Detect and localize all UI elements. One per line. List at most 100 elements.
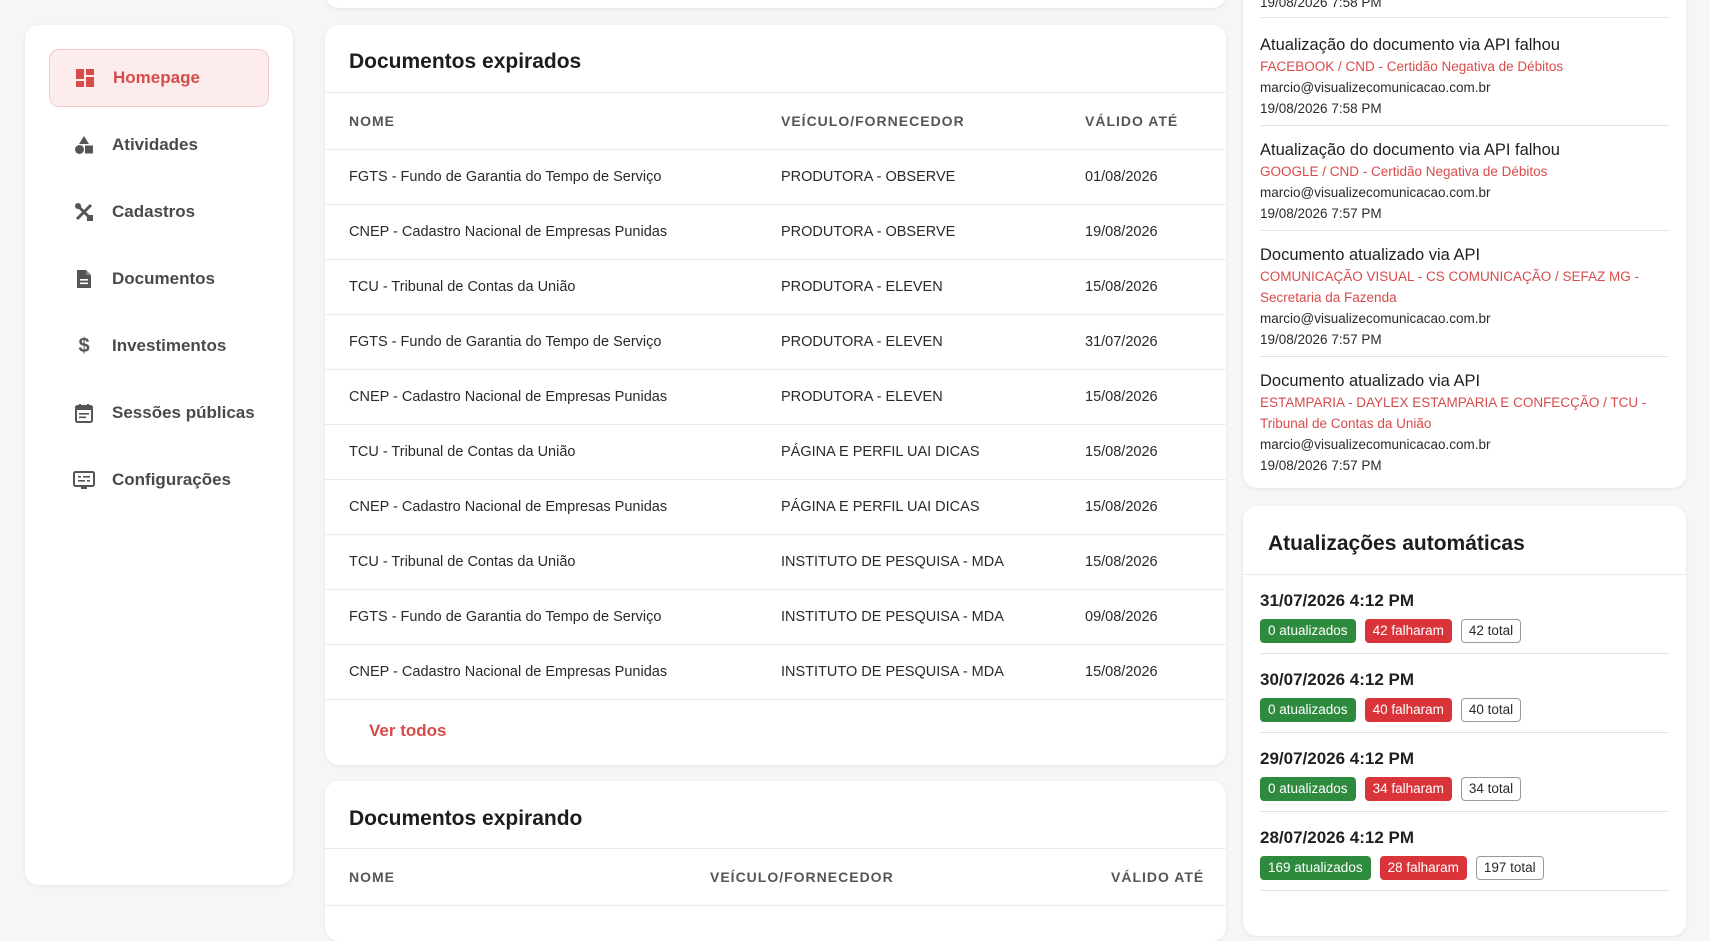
settings-screen-icon [73, 469, 95, 491]
cell-name: TCU - Tribunal de Contas da União [349, 554, 576, 570]
cell-valid: 19/08/2026 [1085, 224, 1158, 240]
list-item[interactable]: 31/07/2026 4:12 PM 0 atualizados 42 falh… [1260, 575, 1669, 654]
updated-badge: 0 atualizados [1260, 619, 1356, 643]
column-header-vendor: VEÍCULO/FORNECEDOR [781, 113, 965, 129]
sidebar-item-homepage[interactable]: Homepage [49, 49, 269, 107]
card-title: Documentos expirando [349, 807, 583, 830]
previous-card [325, 0, 1226, 8]
see-all-link[interactable]: Ver todos [369, 721, 446, 741]
table-row[interactable]: FGTS - Fundo de Garantia do Tempo de Ser… [325, 150, 1226, 205]
failed-badge: 28 falharam [1379, 856, 1467, 880]
column-header-vendor: VEÍCULO/FORNECEDOR [710, 869, 894, 885]
cell-valid: 15/08/2026 [1085, 499, 1158, 515]
log-subject: COMUNICAÇÃO VISUAL - CS COMUNICAÇÃO / SE… [1260, 269, 1640, 305]
list-item[interactable]: Documento atualizado via API ESTAMPARIA … [1260, 362, 1669, 482]
total-badge: 34 total [1460, 777, 1522, 801]
total-badge: 42 total [1460, 619, 1522, 643]
failed-badge: 34 falharam [1364, 777, 1452, 801]
table-row[interactable]: TCU - Tribunal de Contas da União PRODUT… [325, 260, 1226, 315]
cell-valid: 09/08/2026 [1085, 609, 1158, 625]
sidebar-item-cadastros[interactable]: Cadastros [49, 183, 269, 241]
table-row[interactable]: CNEP - Cadastro Nacional de Empresas Pun… [325, 480, 1226, 535]
cell-name: FGTS - Fundo de Garantia do Tempo de Ser… [349, 609, 662, 625]
activity-log-card: 19/08/2026 7:58 PM Atualização do docume… [1243, 0, 1686, 488]
cell-valid: 15/08/2026 [1085, 389, 1158, 405]
log-subject: FACEBOOK / CND - Certidão Negativa de Dé… [1260, 59, 1564, 74]
calendar-icon [73, 402, 95, 424]
update-date: 28/07/2026 4:12 PM [1260, 828, 1415, 847]
log-title: Atualização do documento via API falhou [1260, 36, 1560, 54]
cell-name: TCU - Tribunal de Contas da União [349, 279, 576, 295]
table-row[interactable]: FGTS - Fundo de Garantia do Tempo de Ser… [325, 315, 1226, 370]
sidebar-item-sessoes-publicas[interactable]: Sessões públicas [49, 384, 269, 442]
update-date: 31/07/2026 4:12 PM [1260, 591, 1415, 610]
cell-name: CNEP - Cadastro Nacional de Empresas Pun… [349, 664, 668, 680]
update-date: 30/07/2026 4:12 PM [1260, 670, 1415, 689]
log-email: marcio@visualizecomunicacao.com.br [1260, 311, 1491, 326]
log-date: 19/08/2026 7:57 PM [1260, 332, 1382, 347]
expiring-documents-card: Documentos expirando NOME VEÍCULO/FORNEC… [325, 781, 1226, 941]
updated-badge: 0 atualizados [1260, 777, 1356, 801]
cell-name: CNEP - Cadastro Nacional de Empresas Pun… [349, 389, 668, 405]
cell-name: CNEP - Cadastro Nacional de Empresas Pun… [349, 224, 668, 240]
sidebar-item-label: Configurações [112, 470, 232, 489]
cell-name: FGTS - Fundo de Garantia do Tempo de Ser… [349, 169, 662, 185]
card-title: Documentos expirados [349, 50, 582, 73]
cell-vendor: PÁGINA E PERFIL UAI DICAS [781, 444, 980, 460]
table-row[interactable]: CNEP - Cadastro Nacional de Empresas Pun… [325, 205, 1226, 260]
total-badge: 40 total [1460, 698, 1522, 722]
cell-vendor: PRODUTORA - ELEVEN [781, 279, 943, 295]
log-title: Atualização do documento via API falhou [1260, 141, 1560, 159]
list-item[interactable]: 29/07/2026 4:12 PM 0 atualizados 34 falh… [1260, 733, 1669, 812]
dashboard-icon [74, 67, 96, 89]
cell-valid: 15/08/2026 [1085, 444, 1158, 460]
sidebar-item-label: Sessões públicas [112, 403, 255, 422]
cell-vendor: PRODUTORA - ELEVEN [781, 334, 943, 350]
sidebar-item-label: Homepage [113, 68, 200, 87]
failed-badge: 42 falharam [1364, 619, 1452, 643]
sidebar-item-label: Atividades [112, 135, 198, 154]
sidebar-item-label: Cadastros [112, 202, 196, 221]
list-item[interactable]: 30/07/2026 4:12 PM 0 atualizados 40 falh… [1260, 654, 1669, 733]
sidebar-item-configuracoes[interactable]: Configurações [49, 451, 269, 509]
updated-badge: 0 atualizados [1260, 698, 1356, 722]
update-date: 29/07/2026 4:12 PM [1260, 749, 1415, 768]
list-item[interactable]: Atualização do documento via API falhou … [1260, 131, 1669, 231]
column-header-name: NOME [349, 113, 395, 129]
cell-vendor: PÁGINA E PERFIL UAI DICAS [781, 499, 980, 515]
sidebar-item-atividades[interactable]: Atividades [49, 116, 269, 174]
column-header-valid-until: VÁLIDO ATÉ [1111, 869, 1205, 885]
table-row[interactable]: CNEP - Cadastro Nacional de Empresas Pun… [325, 370, 1226, 425]
sidebar-item-label: Documentos [112, 269, 215, 288]
cell-name: FGTS - Fundo de Garantia do Tempo de Ser… [349, 334, 662, 350]
card-title: Atualizações automáticas [1268, 532, 1525, 555]
list-item[interactable]: Documento atualizado via API COMUNICAÇÃO… [1260, 236, 1669, 357]
log-email: marcio@visualizecomunicacao.com.br [1260, 80, 1491, 95]
log-subject: GOOGLE / CND - Certidão Negativa de Débi… [1260, 164, 1548, 179]
sidebar-item-documentos[interactable]: Documentos [49, 250, 269, 308]
column-header-valid-until: VÁLIDO ATÉ [1085, 113, 1179, 129]
tools-icon [73, 201, 95, 223]
shapes-icon [73, 134, 95, 156]
failed-badge: 40 falharam [1364, 698, 1452, 722]
sidebar-item-label: Investimentos [112, 336, 227, 355]
log-date: 19/08/2026 7:57 PM [1260, 206, 1382, 221]
list-item[interactable]: Atualização do documento via API falhou … [1260, 26, 1669, 126]
table-row[interactable]: TCU - Tribunal de Contas da União PÁGINA… [325, 425, 1226, 480]
cell-valid: 15/08/2026 [1085, 664, 1158, 680]
log-title: Documento atualizado via API [1260, 246, 1481, 264]
table-row[interactable]: FGTS - Fundo de Garantia do Tempo de Ser… [325, 590, 1226, 645]
cell-vendor: PRODUTORA - OBSERVE [781, 169, 956, 185]
divider [325, 848, 1226, 849]
table-row[interactable]: CNEP - Cadastro Nacional de Empresas Pun… [325, 645, 1226, 700]
sidebar-item-investimentos[interactable]: $ Investimentos [49, 317, 269, 375]
log-date: 19/08/2026 7:58 PM [1260, 101, 1382, 116]
table-row[interactable]: TCU - Tribunal de Contas da União INSTIT… [325, 535, 1226, 590]
total-badge: 197 total [1475, 856, 1544, 880]
log-title: Documento atualizado via API [1260, 372, 1481, 390]
expired-documents-card: Documentos expirados NOME VEÍCULO/FORNEC… [325, 25, 1226, 765]
auto-updates-card: Atualizações automáticas 31/07/2026 4:12… [1243, 506, 1686, 936]
updated-badge: 169 atualizados [1260, 856, 1371, 880]
sidebar: Homepage Atividades Cadastros Documentos… [25, 25, 293, 885]
list-item[interactable]: 28/07/2026 4:12 PM 169 atualizados 28 fa… [1260, 812, 1669, 891]
